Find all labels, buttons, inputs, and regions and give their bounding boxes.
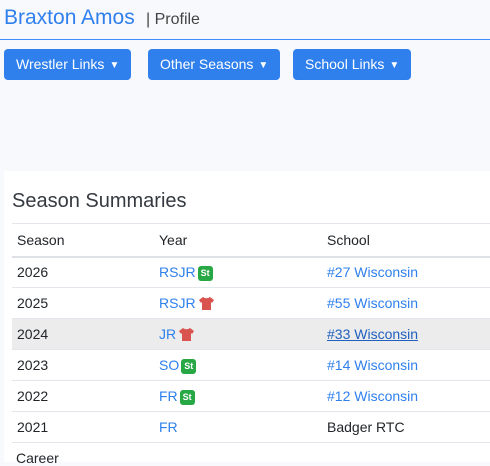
table-row: 2023 SO St #14 Wisconsin bbox=[12, 350, 490, 381]
year-link[interactable]: RSJR bbox=[159, 295, 215, 311]
wrestler-links-button[interactable]: Wrestler Links ▼ bbox=[4, 49, 132, 80]
school-name: Badger RTC bbox=[327, 419, 405, 435]
table-row: 2026 RSJR St #27 Wisconsin bbox=[12, 257, 490, 288]
year-link[interactable]: JR bbox=[159, 326, 195, 342]
page-subtitle: | Profile bbox=[146, 11, 200, 28]
season-cell: 2022 bbox=[17, 388, 49, 404]
other-seasons-label: Other Seasons bbox=[160, 56, 254, 72]
table-row: 2021 FR Badger RTC bbox=[12, 412, 490, 443]
season-cell: 2023 bbox=[17, 357, 49, 373]
career-label: Career bbox=[16, 450, 59, 466]
chevron-down-icon: ▼ bbox=[389, 60, 400, 71]
column-header-year: Year bbox=[159, 232, 188, 248]
redshirt-icon bbox=[179, 328, 195, 341]
year-link[interactable]: FR St bbox=[159, 388, 195, 405]
chevron-down-icon: ▼ bbox=[258, 60, 269, 71]
year-label: JR bbox=[159, 326, 177, 342]
wrestler-name: Braxton Amos bbox=[4, 6, 135, 29]
table-row: 2022 FR St #12 Wisconsin bbox=[12, 381, 490, 412]
year-link[interactable]: RSJR St bbox=[159, 264, 213, 281]
school-link[interactable]: #14 Wisconsin bbox=[327, 357, 418, 373]
school-link[interactable]: #55 Wisconsin bbox=[327, 295, 418, 311]
year-label: SO bbox=[159, 357, 180, 373]
starter-badge: St bbox=[181, 359, 197, 374]
year-label: RSJR bbox=[159, 295, 196, 311]
year-label: RSJR bbox=[159, 264, 196, 280]
season-cell: 2025 bbox=[17, 295, 49, 311]
season-cell: 2021 bbox=[17, 419, 49, 435]
school-link[interactable]: #12 Wisconsin bbox=[327, 388, 418, 404]
year-label: FR bbox=[159, 388, 178, 404]
school-link[interactable]: #27 Wisconsin bbox=[327, 264, 418, 280]
table-row: 2025 RSJR #55 Wisconsin bbox=[12, 288, 490, 319]
chevron-down-icon: ▼ bbox=[109, 60, 120, 71]
table-row: 2024 JR #33 Wisconsin bbox=[12, 319, 490, 350]
other-seasons-button[interactable]: Other Seasons ▼ bbox=[148, 49, 281, 80]
table-divider bbox=[12, 223, 490, 224]
season-cell: 2026 bbox=[17, 264, 49, 280]
page-header: Braxton Amos | Profile bbox=[0, 0, 490, 40]
school-links-button[interactable]: School Links ▼ bbox=[293, 49, 412, 80]
column-header-school: School bbox=[327, 232, 370, 248]
starter-badge: St bbox=[197, 266, 213, 281]
school-link[interactable]: #33 Wisconsin bbox=[327, 326, 418, 342]
section-title: Season Summaries bbox=[12, 190, 187, 212]
starter-badge: St bbox=[179, 390, 195, 405]
season-cell: 2024 bbox=[17, 326, 49, 342]
season-summaries-card: Season Summaries Season Year School 2026… bbox=[4, 171, 490, 466]
column-header-season: Season bbox=[17, 232, 65, 248]
school-links-label: School Links bbox=[305, 56, 385, 72]
year-link[interactable]: FR bbox=[159, 419, 178, 435]
year-link[interactable]: SO St bbox=[159, 357, 197, 374]
redshirt-icon bbox=[198, 297, 214, 310]
wrestler-links-label: Wrestler Links bbox=[16, 56, 105, 72]
